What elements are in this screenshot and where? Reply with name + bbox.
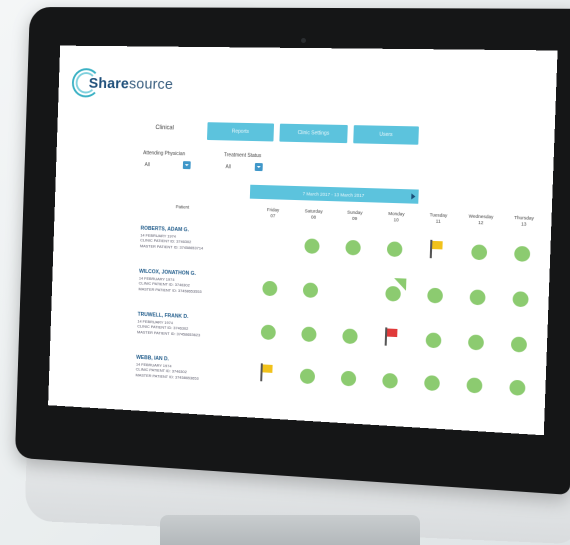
patient-row-info[interactable]: WEBB, IAN D. 14 FEBRUARY 1974 CLINIC PAT… — [136, 355, 200, 381]
status-ok-dot[interactable] — [510, 336, 528, 353]
status-ok-dot[interactable] — [382, 372, 398, 389]
status-ok-dot[interactable] — [301, 326, 317, 343]
camera-icon — [301, 38, 306, 43]
status-ok-dot[interactable] — [302, 282, 319, 299]
column-header-day: Tuesday 11 — [429, 212, 448, 224]
attending-physician-label: Attending Physician — [143, 150, 186, 158]
note-corner-icon — [393, 278, 407, 291]
status-chevron-down-icon[interactable] — [254, 162, 263, 172]
column-header-day: Friday 07 — [266, 207, 280, 219]
logo-light: source — [128, 75, 174, 93]
yellow-flag-icon[interactable] — [259, 363, 273, 382]
patient-row-info[interactable]: WILCOX, JONATHON G. 14 FEBRUARY 1974 CLI… — [138, 269, 202, 294]
status-ok-dot[interactable] — [466, 377, 483, 394]
status-ok-dot[interactable] — [260, 324, 276, 341]
status-ok-dot[interactable] — [262, 280, 278, 297]
status-ok-dot[interactable] — [386, 241, 403, 258]
status-ok-dot[interactable] — [467, 334, 485, 351]
column-header-day: Monday 10 — [388, 210, 405, 223]
red-flag-icon[interactable] — [384, 327, 399, 346]
treatment-status-select[interactable]: All — [225, 164, 231, 170]
users-button[interactable]: Users — [353, 125, 419, 145]
status-ok-dot[interactable] — [342, 328, 358, 345]
column-header-patient: Patient — [175, 204, 190, 210]
patient-master-id: MASTER PATIENT ID: 37458653714 — [139, 242, 204, 251]
status-ok-dot[interactable] — [514, 245, 531, 262]
status-ok-dot[interactable] — [512, 291, 529, 308]
status-ok-dot[interactable] — [345, 239, 361, 256]
tab-clinical[interactable]: Clinical — [155, 125, 174, 131]
clinic-settings-button[interactable]: Clinic Settings — [279, 123, 348, 144]
reports-button[interactable]: Reports — [206, 122, 275, 142]
status-ok-dot[interactable] — [469, 289, 486, 306]
status-ok-dot[interactable] — [424, 375, 441, 392]
status-ok-dot[interactable] — [340, 370, 357, 387]
column-header-day: Sunday 09 — [347, 209, 363, 222]
yellow-flag-icon[interactable] — [429, 239, 444, 259]
column-header-day: Wednesday 12 — [468, 213, 494, 226]
column-header-day: Saturday 08 — [304, 208, 323, 220]
attending-physician-select[interactable]: All — [145, 162, 150, 168]
logo-mark-icon — [71, 68, 101, 98]
status-ok-dot[interactable] — [304, 238, 320, 254]
status-ok-dot[interactable] — [299, 368, 316, 385]
status-ok-dot[interactable] — [509, 379, 526, 396]
next-week-arrow-icon[interactable] — [410, 192, 416, 200]
logo-text: Sharesource — [89, 75, 174, 93]
patient-row-info[interactable]: TRUWELL, FRANK D. 14 FEBRUARY 1974 CLINI… — [137, 312, 201, 337]
treatment-status-label: Treatment Status — [223, 152, 262, 160]
physician-chevron-down-icon[interactable] — [182, 161, 191, 170]
date-range-bar: 7 March 2017 - 13 March 2017 — [249, 184, 419, 204]
status-ok-dot[interactable] — [425, 332, 442, 349]
column-header-day: Thursday 13 — [514, 214, 535, 227]
status-ok-dot[interactable] — [427, 287, 444, 304]
app-screen: Sharesource Clinical Reports Clinic Sett… — [48, 45, 558, 436]
patient-row-info[interactable]: ROBERTS, ADAM G. 14 FEBRUARY 1974 CLINIC… — [139, 226, 204, 251]
status-ok-dot[interactable] — [471, 244, 488, 261]
sharesource-logo: Sharesource — [71, 63, 173, 104]
monitor-stand — [160, 515, 420, 545]
